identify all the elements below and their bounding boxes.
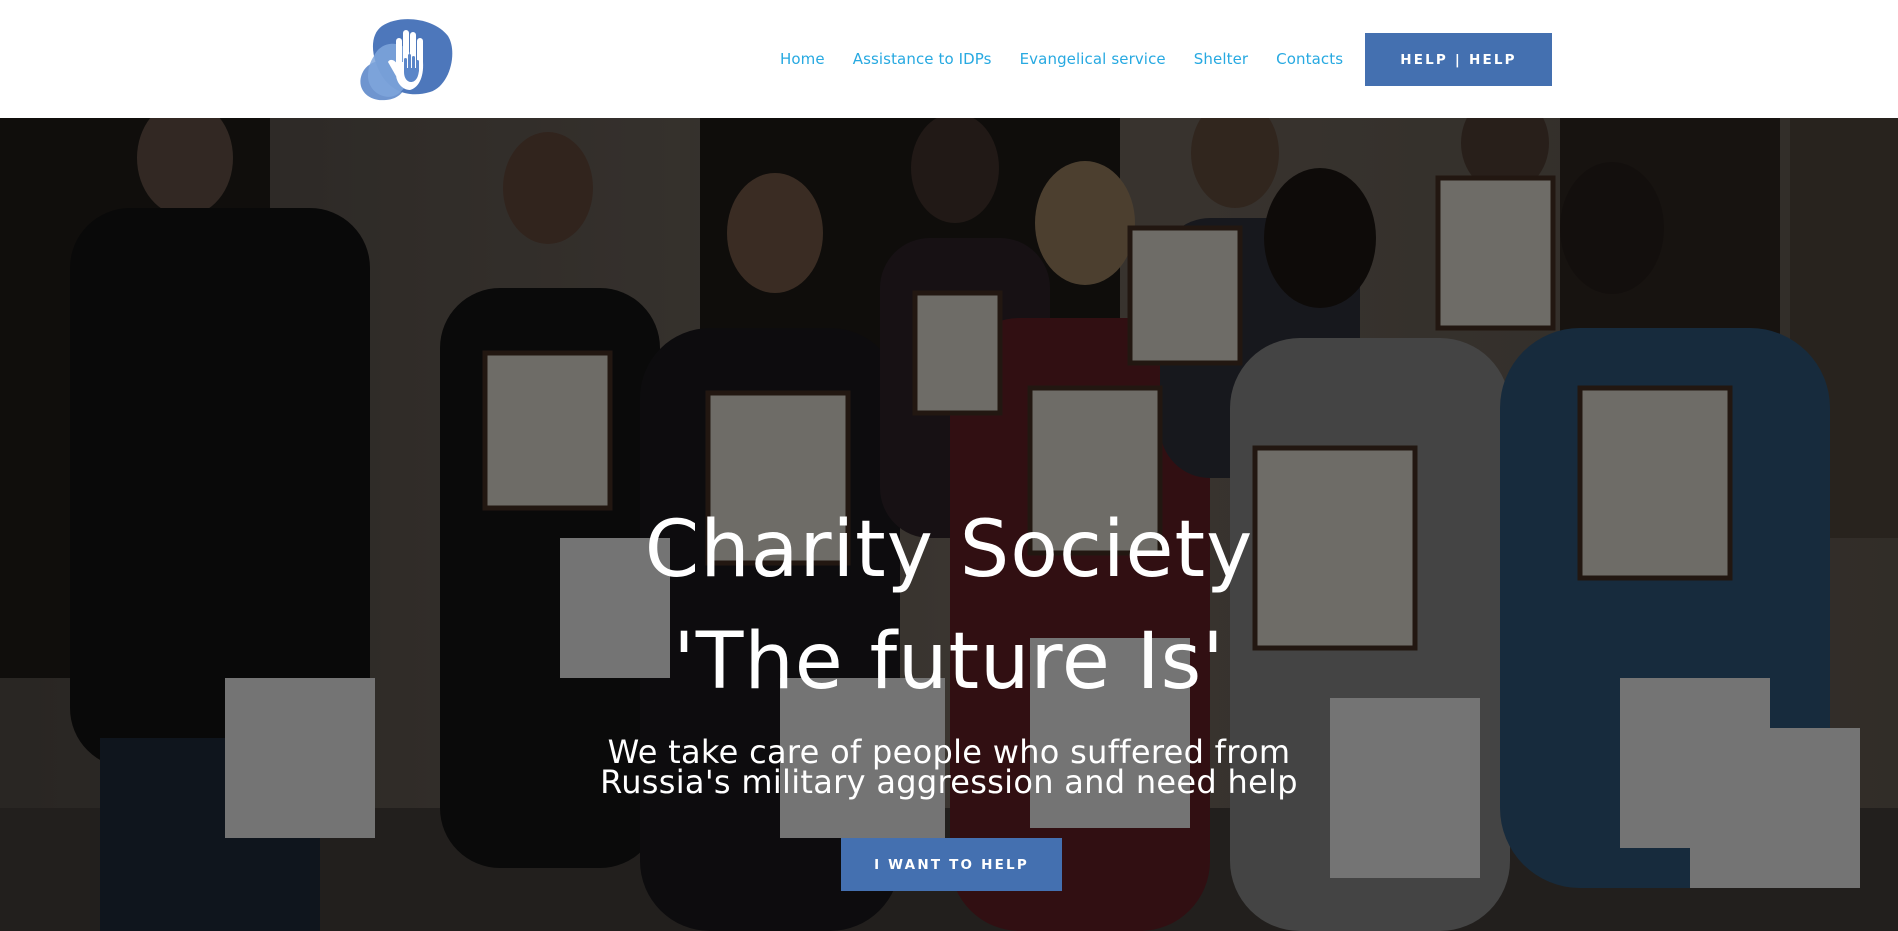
help-button[interactable]: HELP | HELP [1365,33,1552,86]
site-logo[interactable] [352,16,454,102]
hero-section: Charity Society 'The future Is' We take … [0,118,1898,931]
hero-title-line1: Charity Society [644,505,1254,595]
main-nav: Home Assistance to IDPs Evangelical serv… [780,0,1371,118]
nav-contacts[interactable]: Contacts [1276,50,1343,68]
nav-evangelical-service[interactable]: Evangelical service [1020,50,1166,68]
i-want-to-help-button[interactable]: I WANT TO HELP [841,838,1062,891]
nav-home[interactable]: Home [780,50,825,68]
nav-assistance-to-idps[interactable]: Assistance to IDPs [853,50,992,68]
site-header: Home Assistance to IDPs Evangelical serv… [0,0,1898,118]
hand-in-hand-icon [360,19,453,101]
page: Home Assistance to IDPs Evangelical serv… [0,0,1898,931]
nav-shelter[interactable]: Shelter [1194,50,1248,68]
hero-title-line2: 'The future Is' [673,617,1225,707]
hero-subtitle-line2: Russia's military aggression and need he… [600,763,1298,801]
